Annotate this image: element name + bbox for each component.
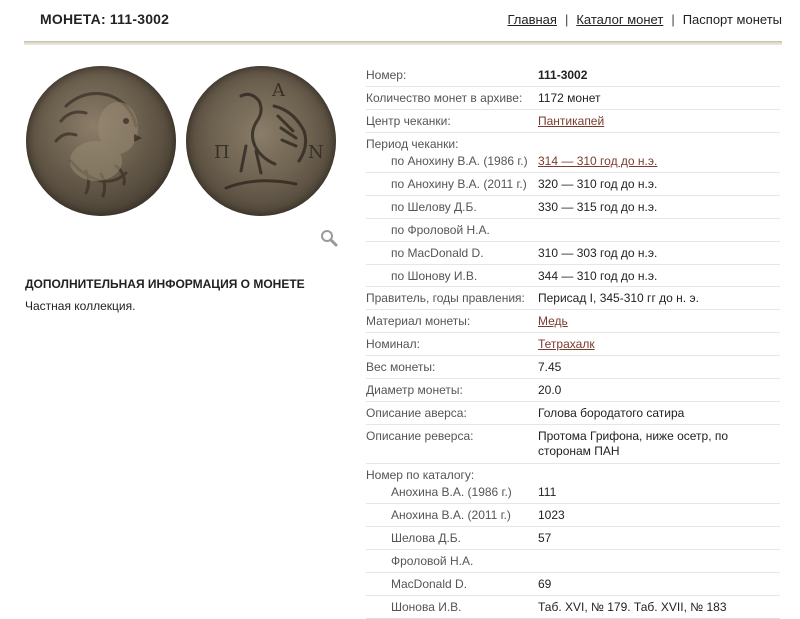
nominal-link[interactable]: Тетрахалк bbox=[538, 337, 595, 351]
row-label: Шонова И.В. bbox=[391, 600, 462, 614]
row-label: Материал монеты: bbox=[366, 314, 471, 328]
row-label: Описание реверса: bbox=[366, 429, 474, 443]
table-row-material: Материал монеты: Медь bbox=[366, 310, 780, 333]
griffin-protome-icon: Π Α Ν bbox=[214, 80, 324, 190]
table-row-mint: Центр чеканки: Пантикапей bbox=[366, 110, 780, 133]
row-label: по Анохину В.А. (2011 г.) bbox=[391, 177, 527, 191]
row-value: 310 — 303 год до н.э. bbox=[538, 246, 658, 260]
breadcrumb-current: Паспорт монеты bbox=[682, 12, 782, 27]
table-row-weight: Вес монеты: 7.45 bbox=[366, 356, 780, 379]
row-label: Период чеканки: bbox=[366, 137, 459, 151]
material-link[interactable]: Медь bbox=[538, 314, 568, 328]
zoom-magnifier-icon[interactable] bbox=[320, 229, 338, 252]
row-value: 344 — 310 год до н.э. bbox=[538, 269, 658, 283]
row-label: по Анохину В.А. (1986 г.) bbox=[391, 154, 528, 168]
table-row-number: Номер: 111-3002 bbox=[366, 64, 780, 87]
table-row-catalog-group: Номер по каталогу: Анохина В.А. (1986 г.… bbox=[366, 464, 780, 618]
list-item: Шелова Д.Б. 57 bbox=[366, 527, 780, 550]
row-value: 1023 bbox=[538, 508, 565, 522]
list-item: по MacDonald D. 310 — 303 год до н.э. bbox=[366, 242, 780, 265]
row-value: Голова бородатого сатира bbox=[538, 406, 685, 420]
nav-link-catalog[interactable]: Каталог монет bbox=[576, 12, 663, 27]
list-item: по Шонову И.В. 344 — 310 год до н.э. bbox=[366, 265, 780, 287]
row-label: по Шонову И.В. bbox=[391, 269, 478, 283]
table-row-period-group: Период чеканки: по Анохину В.А. (1986 г.… bbox=[366, 133, 780, 287]
breadcrumb: Главная | Каталог монет | Паспорт монеты bbox=[507, 12, 782, 27]
table-row-obverse: Описание аверса: Голова бородатого сатир… bbox=[366, 402, 780, 425]
list-item: Анохина В.А. (2011 г.) 1023 bbox=[366, 504, 780, 527]
table-row-count: Количество монет в архиве: 1172 монет bbox=[366, 87, 780, 110]
row-label: Анохина В.А. (1986 г.) bbox=[391, 485, 512, 499]
row-label: Шелова Д.Б. bbox=[391, 531, 462, 545]
list-item: по Анохину В.А. (1986 г.) 314 — 310 год … bbox=[366, 150, 780, 173]
list-item: Анохина В.А. (1986 г.) 111 bbox=[366, 481, 780, 504]
period-link[interactable]: 314 — 310 год до н.э. bbox=[538, 154, 657, 168]
breadcrumb-separator: | bbox=[671, 12, 675, 27]
page-title: МОНЕТА: 111-3002 bbox=[40, 11, 170, 27]
row-label: Номинал: bbox=[366, 337, 420, 351]
coin-details-table: Номер: 111-3002 Количество монет в архив… bbox=[366, 64, 780, 619]
page-header: МОНЕТА: 111-3002 Главная | Каталог монет | П… bbox=[0, 0, 800, 42]
nav-link-home[interactable]: Главная bbox=[507, 12, 556, 27]
row-label: Анохина В.А. (2011 г.) bbox=[391, 508, 511, 522]
row-label: Фроловой Н.А. bbox=[391, 554, 474, 568]
row-value: 314 — 310 год до н.э. bbox=[538, 154, 778, 168]
satyr-head-icon bbox=[54, 92, 142, 198]
table-row-reverse: Описание реверса: Протома Грифона, ниже … bbox=[366, 425, 780, 464]
row-value: Тетрахалк bbox=[538, 337, 778, 351]
mint-link[interactable]: Пантикапей bbox=[538, 114, 604, 128]
table-row-ruler: Правитель, годы правления: Перисад I, 34… bbox=[366, 287, 780, 310]
row-value: Перисад I, 345-310 гг до н. э. bbox=[538, 291, 699, 305]
list-item: по Шелову Д.Б. 330 — 315 год до н.э. bbox=[366, 196, 780, 219]
row-value: 1172 монет bbox=[538, 91, 601, 105]
row-value: 111-3002 bbox=[538, 68, 588, 82]
list-item: MacDonald D. 69 bbox=[366, 573, 780, 596]
row-value: 320 — 310 год до н.э. bbox=[538, 177, 658, 191]
row-value: Таб. XVI, № 179. Таб. XVII, № 183 bbox=[538, 600, 727, 614]
reverse-letter-nu: Ν bbox=[308, 142, 324, 163]
catalog-sublist: Анохина В.А. (1986 г.) 111 Анохина В.А. … bbox=[366, 481, 780, 618]
row-label: Диаметр монеты: bbox=[366, 383, 463, 397]
row-value: 57 bbox=[538, 531, 552, 545]
table-row-diameter: Диаметр монеты: 20.0 bbox=[366, 379, 780, 402]
table-row-nominal: Номинал: Тетрахалк bbox=[366, 333, 780, 356]
row-value: 69 bbox=[538, 577, 552, 591]
row-label: MacDonald D. bbox=[391, 577, 468, 591]
row-label: Центр чеканки: bbox=[366, 114, 451, 128]
row-label: Номер: bbox=[366, 68, 407, 82]
row-label: Количество монет в архиве: bbox=[366, 91, 523, 105]
list-item: по Анохину В.А. (2011 г.) 320 — 310 год … bbox=[366, 173, 780, 196]
header-divider bbox=[24, 41, 782, 45]
row-value: Пантикапей bbox=[538, 114, 778, 128]
row-value: 111 bbox=[538, 485, 557, 499]
row-label: Номер по каталогу: bbox=[366, 468, 475, 482]
list-item: по Фроловой Н.А. bbox=[366, 219, 780, 242]
row-value: 330 — 315 год до н.э. bbox=[538, 200, 658, 214]
row-label: Правитель, годы правления: bbox=[366, 291, 525, 305]
row-value: Медь bbox=[538, 314, 778, 328]
row-value: 7.45 bbox=[538, 360, 562, 374]
row-label: по MacDonald D. bbox=[391, 246, 484, 260]
row-label: по Шелову Д.Б. bbox=[391, 200, 477, 214]
additional-info-heading: ДОПОЛНИТЕЛЬНАЯ ИНФОРМАЦИЯ О МОНЕТЕ bbox=[25, 277, 305, 291]
list-item: Шонова И.В. Таб. XVI, № 179. Таб. XVII, … bbox=[366, 596, 780, 618]
reverse-letter-pi: Π bbox=[214, 142, 230, 163]
row-value: 20.0 bbox=[538, 383, 562, 397]
coin-obverse-image[interactable] bbox=[26, 66, 176, 216]
list-item: Фроловой Н.А. bbox=[366, 550, 780, 573]
row-label: по Фроловой Н.А. bbox=[391, 223, 490, 237]
reverse-letter-alpha: Α bbox=[271, 80, 286, 101]
coin-reverse-image[interactable]: Π Α Ν bbox=[186, 66, 336, 216]
row-label: Описание аверса: bbox=[366, 406, 467, 420]
additional-info-text: Частная коллекция. bbox=[25, 299, 136, 313]
row-value: Протома Грифона, ниже осетр, по сторонам… bbox=[538, 429, 729, 458]
breadcrumb-separator: | bbox=[564, 12, 569, 27]
period-sublist: по Анохину В.А. (1986 г.) 314 — 310 год … bbox=[366, 150, 780, 287]
row-label: Вес монеты: bbox=[366, 360, 436, 374]
